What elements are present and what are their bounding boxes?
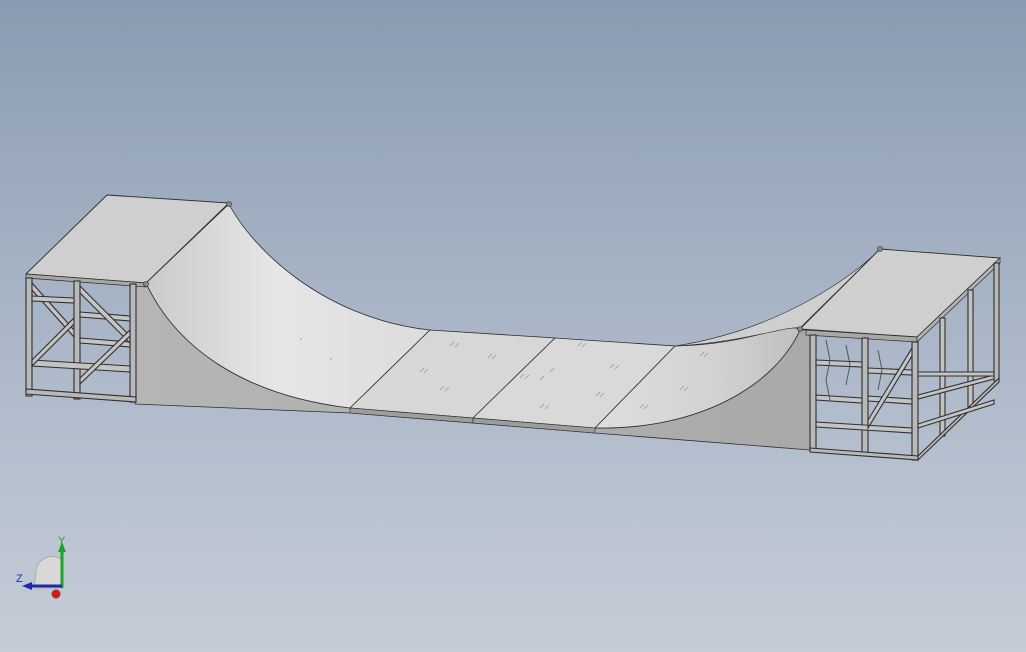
orientation-triad: Y Z — [16, 535, 66, 599]
3d-viewport[interactable] — [0, 0, 1026, 652]
triad-sphere — [33, 556, 63, 589]
x-axis-marker — [51, 589, 61, 599]
y-axis-label: Y — [58, 535, 66, 547]
left-deck-frame — [25, 277, 137, 403]
z-axis-label: Z — [16, 573, 23, 585]
right-deck — [797, 246, 1002, 462]
z-axis-arrow — [22, 582, 32, 590]
half-pipe-model[interactable] — [24, 194, 1002, 462]
